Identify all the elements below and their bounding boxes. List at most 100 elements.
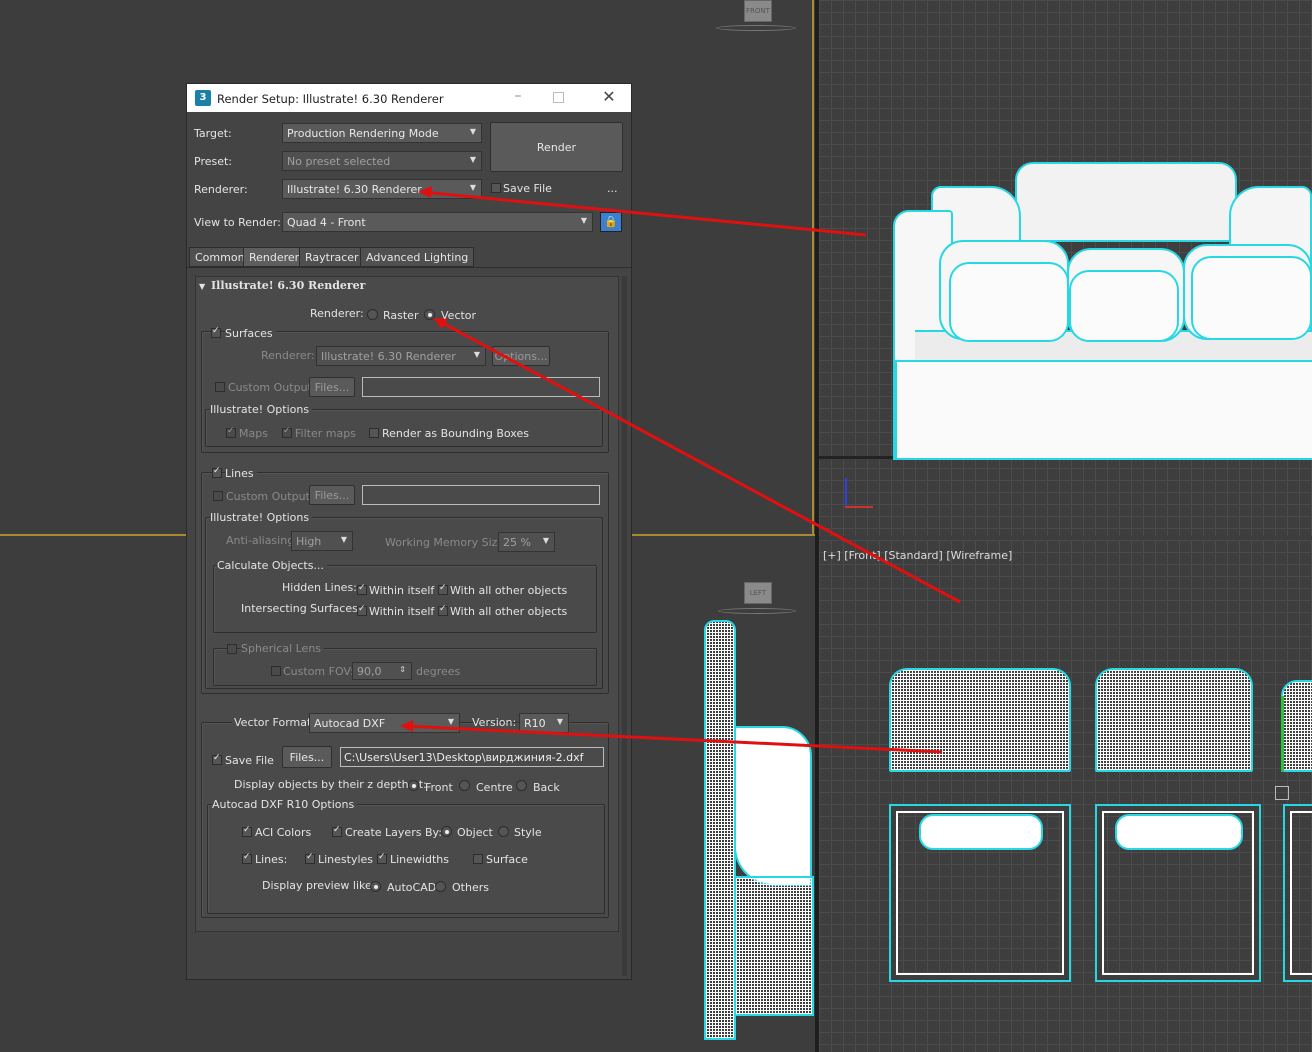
vector-files-button[interactable]: Files... bbox=[282, 746, 332, 768]
custom-fov-spinner[interactable]: 90,0 ⇕ bbox=[352, 662, 412, 680]
back-label: Back bbox=[533, 781, 560, 794]
create-layers-checkbox[interactable] bbox=[332, 825, 342, 837]
tab-advanced-lighting[interactable]: Advanced Lighting bbox=[360, 247, 475, 267]
axis-gizmo-green bbox=[1281, 696, 1284, 772]
linestyles-checkbox[interactable] bbox=[305, 852, 315, 864]
renderer-dropdown[interactable]: Illustrate! 6.30 Renderer ▼ bbox=[282, 179, 482, 199]
more-button[interactable]: ... bbox=[607, 182, 618, 195]
vector-save-file-checkbox[interactable] bbox=[212, 753, 222, 765]
bounding-boxes-checkbox[interactable] bbox=[369, 428, 379, 438]
preset-dropdown[interactable]: No preset selected ▼ bbox=[282, 151, 482, 171]
pillow-5 bbox=[1069, 270, 1179, 342]
linewidths-checkbox[interactable] bbox=[377, 852, 387, 864]
lines-files-button[interactable]: Files... bbox=[309, 485, 355, 505]
tab-common[interactable]: Common bbox=[189, 247, 251, 267]
anti-aliasing-dropdown[interactable]: High ▼ bbox=[291, 531, 353, 551]
lines-label: Lines bbox=[225, 467, 257, 480]
preset-label: Preset: bbox=[194, 155, 233, 168]
raster-label: Raster bbox=[383, 309, 419, 322]
viewcube-ring bbox=[716, 25, 796, 31]
pillow-4 bbox=[949, 262, 1069, 342]
viewcube-left-ring bbox=[718, 608, 796, 614]
viewport-label[interactable]: [+] [Front] [Standard] [Wireframe] bbox=[823, 549, 1012, 562]
view-to-render-label: View to Render: bbox=[194, 216, 281, 229]
viewcube-front[interactable]: FRONT bbox=[744, 0, 772, 22]
working-memory-dropdown[interactable]: 25 % ▼ bbox=[498, 532, 555, 552]
surfaces-renderer-dropdown[interactable]: Illustrate! 6.30 Renderer ▼ bbox=[316, 346, 486, 366]
intersect-within-checkbox[interactable] bbox=[357, 604, 367, 616]
lines-custom-output-checkbox[interactable] bbox=[213, 491, 223, 501]
back-radio[interactable] bbox=[516, 780, 527, 791]
lines-output-path[interactable] bbox=[362, 485, 600, 505]
maps-checkbox[interactable] bbox=[226, 426, 236, 438]
save-file-checkbox[interactable] bbox=[491, 183, 501, 193]
surfaces-output-path[interactable] bbox=[362, 377, 600, 397]
front-radio[interactable] bbox=[408, 780, 419, 791]
custom-fov-checkbox[interactable] bbox=[271, 666, 281, 676]
surfaces-files-button[interactable]: Files... bbox=[309, 377, 355, 397]
mode-label: Renderer: bbox=[310, 307, 364, 320]
aci-colors-label: ACI Colors bbox=[255, 826, 312, 839]
maximize-icon[interactable] bbox=[553, 92, 564, 103]
dxf-lines-label: Lines: bbox=[255, 853, 288, 866]
surfaces-options-button[interactable]: Options... bbox=[492, 346, 550, 366]
surfaces-checkbox[interactable] bbox=[211, 326, 221, 338]
front-label: Front bbox=[425, 781, 453, 794]
rollout-collapse-icon[interactable]: ▼ bbox=[199, 282, 205, 291]
vector-format-dropdown[interactable]: Autocad DXF ▼ bbox=[309, 713, 460, 733]
surfaces-label: Surfaces bbox=[225, 327, 276, 340]
lines-custom-output-label: Custom Output: bbox=[226, 490, 314, 503]
display-preview-label: Display preview like: bbox=[262, 879, 376, 892]
preview-autocad-radio[interactable] bbox=[370, 881, 381, 892]
hidden-within-checkbox[interactable] bbox=[357, 583, 367, 595]
target-dropdown[interactable]: Production Rendering Mode ▼ bbox=[282, 123, 482, 143]
minimize-icon[interactable]: – bbox=[507, 88, 529, 106]
view-to-render-dropdown[interactable]: Quad 4 - Front ▼ bbox=[282, 212, 593, 232]
pillow-6 bbox=[1191, 256, 1312, 340]
tab-raytracer[interactable]: Raytracer bbox=[299, 247, 365, 267]
hidden-within-label: Within itself bbox=[369, 584, 435, 597]
layers-style-radio[interactable] bbox=[498, 826, 509, 837]
viewport-front-bottom[interactable]: [+] [Front] [Standard] [Wireframe] bbox=[819, 540, 1312, 1052]
vector-radio[interactable] bbox=[424, 309, 435, 320]
linestyles-label: Linestyles bbox=[318, 853, 374, 866]
filter-maps-checkbox[interactable] bbox=[282, 426, 292, 438]
render-button[interactable]: Render bbox=[490, 122, 623, 172]
intersecting-label: Intersecting Surfaces: bbox=[241, 602, 362, 615]
sofa-side-wireframe bbox=[704, 620, 736, 1040]
window-title: Render Setup: Illustrate! 6.30 Renderer bbox=[217, 92, 444, 106]
viewport-front-top[interactable] bbox=[819, 0, 1312, 536]
layers-object-radio[interactable] bbox=[441, 826, 452, 837]
aci-colors-checkbox[interactable] bbox=[242, 825, 252, 837]
armchair-2-front bbox=[1095, 668, 1253, 772]
vector-file-path[interactable]: C:\Users\User13\Desktop\вирджиния-2.dxf bbox=[340, 747, 604, 767]
hidden-all-checkbox[interactable] bbox=[438, 583, 448, 595]
tab-underline bbox=[187, 267, 631, 268]
lock-icon[interactable]: 🔒 bbox=[600, 212, 622, 232]
small-square-icon bbox=[1275, 786, 1289, 800]
raster-radio[interactable] bbox=[367, 309, 378, 320]
axis-gizmo-x bbox=[845, 506, 873, 508]
spherical-lens-label: Spherical Lens bbox=[241, 642, 325, 655]
dxf-surface-checkbox[interactable] bbox=[473, 854, 483, 864]
close-icon[interactable]: ✕ bbox=[599, 87, 619, 107]
spherical-lens-checkbox[interactable] bbox=[227, 644, 237, 654]
rollout-title[interactable]: Illustrate! 6.30 Renderer bbox=[211, 279, 365, 292]
version-dropdown[interactable]: R10 ▼ bbox=[519, 713, 569, 733]
centre-radio[interactable] bbox=[459, 780, 470, 791]
tab-renderer[interactable]: Renderer bbox=[243, 247, 306, 267]
dxf-lines-checkbox[interactable] bbox=[242, 852, 252, 864]
preview-others-label: Others bbox=[452, 881, 489, 894]
render-setup-dialog: 3 Render Setup: Illustrate! 6.30 Rendere… bbox=[186, 83, 632, 980]
intersect-all-checkbox[interactable] bbox=[438, 604, 448, 616]
custom-fov-label: Custom FOV: bbox=[283, 665, 354, 678]
surfaces-custom-output-checkbox[interactable] bbox=[215, 382, 225, 392]
preview-others-radio[interactable] bbox=[435, 881, 446, 892]
calculate-objects-group bbox=[213, 565, 597, 633]
title-bar[interactable]: 3 Render Setup: Illustrate! 6.30 Rendere… bbox=[187, 84, 631, 112]
surfaces-renderer-label: Renderer: bbox=[261, 349, 315, 362]
lines-checkbox[interactable] bbox=[212, 466, 222, 478]
version-label: Version: bbox=[472, 716, 517, 729]
viewcube-left[interactable]: LEFT bbox=[744, 582, 772, 604]
scrollbar[interactable] bbox=[622, 276, 627, 976]
